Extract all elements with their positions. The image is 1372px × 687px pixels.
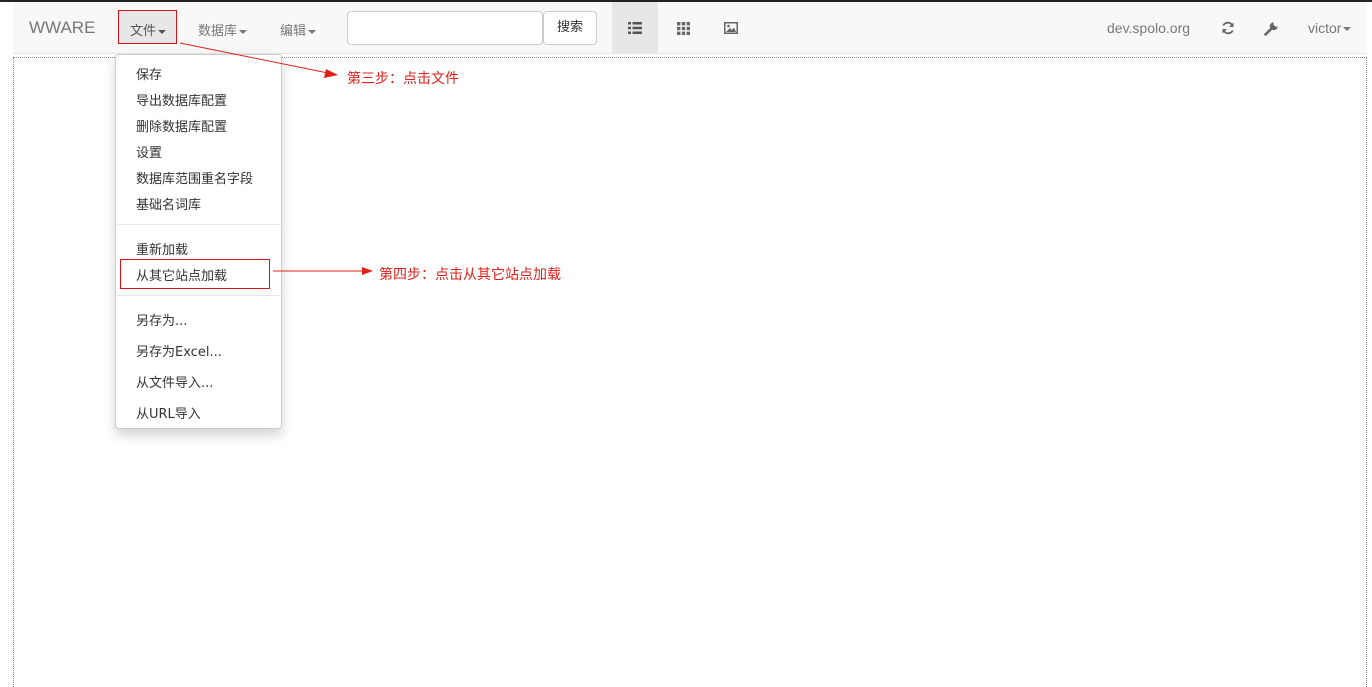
step3-annotation: 第三步：点击文件 <box>347 71 459 87</box>
step3-arrow-line <box>179 42 329 74</box>
annotation-arrows <box>179 42 373 275</box>
step4-arrowhead <box>362 267 373 275</box>
step4-annotation: 第四步：点击从其它站点加载 <box>379 267 561 283</box>
step3-arrowhead <box>324 69 338 78</box>
